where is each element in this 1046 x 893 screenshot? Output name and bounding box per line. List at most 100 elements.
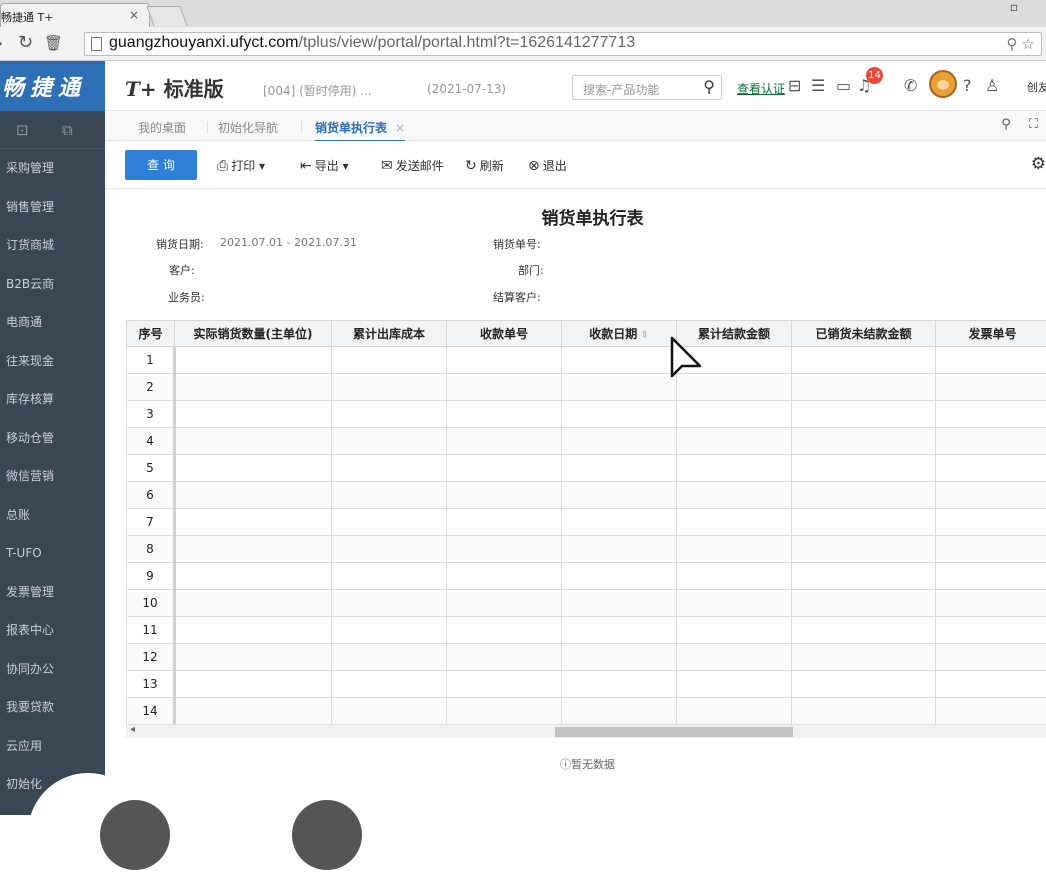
- table-row[interactable]: 13: [127, 671, 1046, 698]
- table-cell[interactable]: [175, 509, 332, 536]
- new-tab-button[interactable]: [146, 6, 187, 26]
- table-row[interactable]: 12: [127, 644, 1046, 671]
- table-row[interactable]: 10: [127, 590, 1046, 617]
- search-icon[interactable]: ⚲: [703, 77, 715, 96]
- sidebar-item-ufo[interactable]: T-UFO: [0, 534, 105, 573]
- shortcut-icon[interactable]: ⧉: [62, 121, 73, 139]
- table-cell[interactable]: [447, 671, 562, 698]
- table-cell[interactable]: [332, 401, 447, 428]
- table-cell[interactable]: [792, 482, 936, 509]
- table-row[interactable]: 1: [127, 347, 1046, 374]
- table-cell[interactable]: [175, 455, 332, 482]
- table-cell[interactable]: [562, 644, 677, 671]
- table-cell[interactable]: [332, 698, 447, 725]
- table-cell[interactable]: [175, 374, 332, 401]
- table-cell[interactable]: [562, 455, 677, 482]
- table-cell[interactable]: [447, 617, 562, 644]
- table-cell[interactable]: [936, 401, 1046, 428]
- table-cell[interactable]: [936, 671, 1046, 698]
- table-cell[interactable]: [332, 374, 447, 401]
- table-cell[interactable]: [677, 401, 792, 428]
- table-cell[interactable]: [936, 455, 1046, 482]
- sidebar-item-order-mall[interactable]: 订货商城: [0, 226, 105, 265]
- sidebar-item-b2b[interactable]: B2B云商: [0, 265, 105, 304]
- table-cell[interactable]: [677, 428, 792, 455]
- table-cell[interactable]: [332, 509, 447, 536]
- user-name[interactable]: 创友: [1027, 79, 1046, 95]
- sidebar-item-sales[interactable]: 销售管理: [0, 188, 105, 227]
- tab-desktop[interactable]: 我的桌面: [138, 119, 186, 136]
- table-row[interactable]: 3: [127, 401, 1046, 428]
- print-button[interactable]: ⎙打印 ▾: [217, 157, 265, 174]
- user-icon[interactable]: ♙: [985, 76, 999, 95]
- table-cell[interactable]: [447, 401, 562, 428]
- table-cell[interactable]: [792, 428, 936, 455]
- auth-link[interactable]: 查看认证: [737, 80, 785, 97]
- sidebar-item-loan[interactable]: 我要贷款: [0, 688, 105, 727]
- table-cell[interactable]: [677, 671, 792, 698]
- table-cell[interactable]: [936, 698, 1046, 725]
- table-cell[interactable]: [936, 347, 1046, 374]
- table-cell[interactable]: [175, 590, 332, 617]
- sidebar-item-mobile-warehouse[interactable]: 移动仓管: [0, 419, 105, 458]
- row-seq-cell[interactable]: 9: [127, 563, 175, 590]
- table-row[interactable]: 9: [127, 563, 1046, 590]
- window-control-icon[interactable]: ▫: [1010, 0, 1018, 14]
- table-cell[interactable]: [447, 347, 562, 374]
- fullscreen-icon[interactable]: ⛶: [1029, 117, 1038, 132]
- help-icon[interactable]: ?: [963, 76, 972, 95]
- table-cell[interactable]: [175, 347, 332, 374]
- table-row[interactable]: 4: [127, 428, 1046, 455]
- url-field[interactable]: guangzhouyanxi.ufyct.com/tplus/view/port…: [84, 32, 1042, 56]
- forward-icon[interactable]: ›: [0, 33, 3, 54]
- tab-sales-execution[interactable]: 销货单执行表×: [315, 119, 405, 142]
- table-cell[interactable]: [792, 590, 936, 617]
- table-cell[interactable]: [175, 401, 332, 428]
- send-mail-button[interactable]: ✉发送邮件: [381, 157, 444, 174]
- table-cell[interactable]: [447, 482, 562, 509]
- table-cell[interactable]: [677, 644, 792, 671]
- table-row[interactable]: 2: [127, 374, 1046, 401]
- table-cell[interactable]: [562, 428, 677, 455]
- table-cell[interactable]: [792, 374, 936, 401]
- table-cell[interactable]: [936, 509, 1046, 536]
- search-menu-icon[interactable]: ⊡: [16, 121, 29, 139]
- table-cell[interactable]: [792, 671, 936, 698]
- row-seq-cell[interactable]: 3: [127, 401, 175, 428]
- table-cell[interactable]: [677, 509, 792, 536]
- column-header-receipt-no[interactable]: 收款单号: [447, 321, 562, 347]
- table-cell[interactable]: [792, 617, 936, 644]
- table-cell[interactable]: [447, 509, 562, 536]
- horizontal-scrollbar[interactable]: ◂: [126, 724, 1046, 738]
- table-cell[interactable]: [792, 401, 936, 428]
- table-cell[interactable]: [332, 617, 447, 644]
- table-cell[interactable]: [175, 617, 332, 644]
- exit-button[interactable]: ⊗退出: [528, 157, 567, 174]
- table-cell[interactable]: [562, 401, 677, 428]
- row-seq-cell[interactable]: 12: [127, 644, 175, 671]
- table-cell[interactable]: [175, 536, 332, 563]
- table-cell[interactable]: [677, 536, 792, 563]
- sidebar-item-cloud[interactable]: 云应用: [0, 727, 105, 766]
- table-cell[interactable]: [562, 536, 677, 563]
- account-set[interactable]: [004] (暂时停用) ...: [263, 82, 372, 99]
- table-cell[interactable]: [332, 347, 447, 374]
- table-row[interactable]: 8: [127, 536, 1046, 563]
- table-row[interactable]: 11: [127, 617, 1046, 644]
- row-seq-cell[interactable]: 13: [127, 671, 175, 698]
- table-cell[interactable]: [332, 536, 447, 563]
- row-seq-cell[interactable]: 4: [127, 428, 175, 455]
- sidebar-item-purchase[interactable]: 采购管理: [0, 149, 105, 188]
- table-cell[interactable]: [562, 698, 677, 725]
- table-cell[interactable]: [447, 698, 562, 725]
- table-cell[interactable]: [677, 617, 792, 644]
- scrollbar-thumb[interactable]: [555, 727, 793, 737]
- table-cell[interactable]: [175, 482, 332, 509]
- overlay-button[interactable]: [292, 800, 362, 870]
- settings-gear-icon[interactable]: ⚙: [1031, 154, 1046, 174]
- sidebar-item-reports[interactable]: 报表中心: [0, 611, 105, 650]
- browser-tab[interactable]: 畅捷通 T+ ×: [0, 3, 150, 27]
- table-cell[interactable]: [447, 428, 562, 455]
- table-row[interactable]: 5: [127, 455, 1046, 482]
- scroll-left-icon[interactable]: ◂: [130, 724, 135, 735]
